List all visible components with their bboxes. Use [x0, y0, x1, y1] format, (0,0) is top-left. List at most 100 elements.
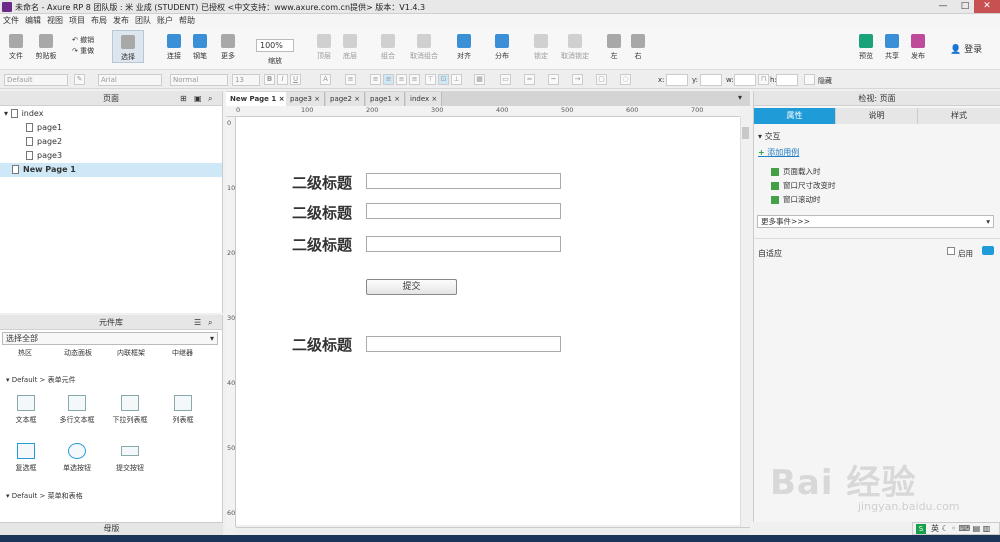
font-select[interactable]: Arial — [98, 74, 162, 86]
search-icon[interactable]: ⌕ — [208, 91, 212, 106]
valign-bottom-icon[interactable]: ⊥ — [451, 74, 462, 85]
page-item-index[interactable]: ▾ index — [0, 107, 222, 121]
tabs-dropdown-icon[interactable]: ▾ — [738, 93, 742, 102]
arrow-style-icon[interactable]: → — [572, 74, 583, 85]
text-input[interactable] — [366, 173, 561, 189]
add-case-link[interactable]: + 添加用例 — [758, 147, 799, 158]
opacity-icon[interactable]: ◌ — [620, 74, 631, 85]
menu-publish[interactable]: 发布 — [110, 14, 132, 28]
menu-edit[interactable]: 编辑 — [22, 14, 44, 28]
widget-text-field[interactable]: 文本框 — [6, 395, 46, 425]
unlock-button[interactable]: 取消锁定 — [555, 30, 595, 61]
page-item-page2[interactable]: page2 — [0, 135, 222, 149]
fill-color-icon[interactable]: ▦ — [474, 74, 485, 85]
library-select[interactable]: 选择全部 ▾ — [2, 332, 218, 345]
heading-2[interactable]: 二级标题 — [292, 202, 352, 223]
underline-icon[interactable]: U — [290, 74, 301, 85]
style-select[interactable]: Default — [4, 74, 68, 86]
widget-dynamic-panel[interactable]: 动态面板 — [64, 348, 92, 358]
menu-project[interactable]: 项目 — [66, 14, 88, 28]
w-input[interactable] — [734, 74, 756, 86]
add-page-icon[interactable]: ⊞ — [180, 91, 187, 106]
file-button[interactable]: 文件 — [0, 30, 32, 61]
widget-repeater[interactable]: 中继器 — [172, 348, 193, 358]
x-input[interactable] — [666, 74, 688, 86]
group-button[interactable]: 组合 — [372, 30, 404, 61]
align-center-icon[interactable]: ≡ — [383, 74, 394, 85]
menu-file[interactable]: 文件 — [0, 14, 22, 28]
add-folder-icon[interactable]: ▣ — [194, 91, 202, 106]
tab-new-page-1[interactable]: New Page 1 × — [226, 92, 290, 106]
tab-notes[interactable]: 说明 — [836, 108, 918, 124]
heading-2[interactable]: 二级标题 — [292, 172, 352, 193]
event-window-resize[interactable]: 窗口尺寸改变时 — [771, 180, 836, 191]
page-item-page1[interactable]: page1 — [0, 121, 222, 135]
border-color-icon[interactable]: ▭ — [500, 74, 511, 85]
redo-button[interactable]: ↷ 重做 — [72, 46, 94, 56]
tab-page3[interactable]: page3 × — [286, 92, 326, 106]
select-button[interactable]: 选择 — [112, 30, 144, 63]
heading-2[interactable]: 二级标题 — [292, 234, 352, 255]
tab-index[interactable]: index × — [406, 92, 443, 106]
valign-middle-icon[interactable]: ⊡ — [438, 74, 449, 85]
menu-account[interactable]: 账户 — [154, 14, 176, 28]
style-manager-icon[interactable]: ✎ — [74, 74, 85, 85]
section-form-widgets[interactable]: ▾ Default > 表单元件 — [6, 375, 76, 385]
widget-hotspot[interactable]: 热区 — [18, 348, 32, 358]
border-style-icon[interactable]: ┅ — [548, 74, 559, 85]
more-events-select[interactable]: 更多事件>>> ▾ — [757, 215, 994, 228]
scroll-thumb[interactable] — [742, 127, 749, 139]
widget-checkbox[interactable]: 复选框 — [6, 443, 46, 473]
bold-icon[interactable]: B — [264, 74, 275, 85]
close-icon[interactable]: × — [279, 95, 285, 103]
event-window-scroll[interactable]: 窗口滚动时 — [771, 194, 821, 205]
menu-team[interactable]: 团队 — [132, 14, 154, 28]
enable-checkbox[interactable] — [947, 247, 955, 255]
design-canvas[interactable]: 二级标题 二级标题 二级标题 提交 二级标题 — [236, 117, 740, 525]
align-right-icon[interactable]: ≡ — [396, 74, 407, 85]
publish-button[interactable]: 发布 — [902, 30, 934, 61]
login-button[interactable]: 👤 登录 — [950, 42, 982, 55]
close-icon[interactable]: × — [431, 95, 437, 103]
y-input[interactable] — [700, 74, 722, 86]
widget-text-area[interactable]: 多行文本框 — [57, 395, 97, 425]
send-bottom-button[interactable]: 底层 — [334, 30, 366, 61]
menu-help[interactable]: 帮助 — [176, 14, 198, 28]
tab-properties[interactable]: 属性 — [754, 108, 836, 124]
heading-2[interactable]: 二级标题 — [292, 334, 352, 355]
undo-button[interactable]: ↶ 撤销 — [72, 35, 94, 45]
menu-layout[interactable]: 布局 — [88, 14, 110, 28]
ime-toolbar[interactable]: S英 ☾ ◦ ⌨ ▤ ▥ — [912, 522, 1000, 535]
devices-icon[interactable] — [982, 246, 994, 255]
lock-button[interactable]: 锁定 — [525, 30, 557, 61]
widget-submit[interactable]: 提交按钮 — [110, 443, 150, 473]
page-item-new-page-1[interactable]: New Page 1 — [0, 163, 222, 177]
hidden-checkbox[interactable] — [804, 74, 815, 85]
tab-page2[interactable]: page2 × — [326, 92, 366, 106]
text-input[interactable] — [366, 236, 561, 252]
valign-top-icon[interactable]: ⊤ — [425, 74, 436, 85]
widget-radio[interactable]: 单选按钮 — [57, 443, 97, 473]
widget-droplist[interactable]: 下拉列表框 — [110, 395, 150, 425]
vertical-scrollbar[interactable] — [740, 117, 750, 527]
event-page-load[interactable]: 页面载入时 — [771, 166, 821, 177]
italic-icon[interactable]: I — [277, 74, 288, 85]
section-menu-widgets[interactable]: ▾ Default > 菜单和表格 — [6, 491, 83, 501]
clipboard-button[interactable]: 剪贴板 — [30, 30, 62, 61]
text-input[interactable] — [366, 336, 561, 352]
tab-page1[interactable]: page1 × — [366, 92, 406, 106]
interaction-section[interactable]: ▾ 交互 — [758, 131, 781, 142]
text-color-icon[interactable]: A — [320, 74, 331, 85]
close-icon[interactable]: × — [314, 95, 320, 103]
bullet-list-icon[interactable]: ≡ — [345, 74, 356, 85]
close-icon[interactable]: × — [394, 95, 400, 103]
right-button[interactable]: 右 — [622, 30, 654, 61]
lock-ratio-icon[interactable]: ⊓ — [758, 74, 769, 85]
font-weight-select[interactable]: Normal — [170, 74, 228, 86]
ungroup-button[interactable]: 取消组合 — [404, 30, 444, 61]
more-button[interactable]: 更多 — [212, 30, 244, 61]
zoom-select[interactable]: 100% — [256, 39, 294, 52]
page-item-page3[interactable]: page3 — [0, 149, 222, 163]
close-button[interactable]: ✕ — [974, 0, 1000, 13]
widget-inline-frame[interactable]: 内联框架 — [117, 348, 145, 358]
